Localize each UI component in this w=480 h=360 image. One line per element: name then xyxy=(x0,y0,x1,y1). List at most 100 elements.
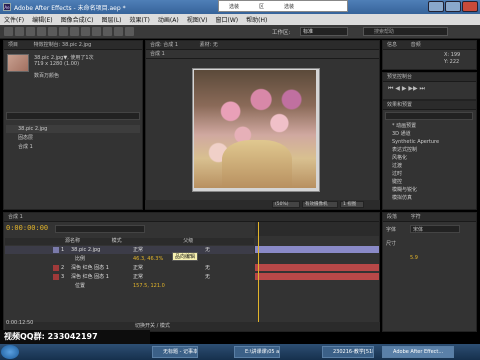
effects-search-input[interactable] xyxy=(385,112,473,120)
effect-category[interactable]: 模拟仿真 xyxy=(384,195,474,202)
layer-label-color xyxy=(53,247,59,253)
tab-info[interactable]: 信息 xyxy=(387,42,397,48)
taskbar-after-effects[interactable]: Adobe After Effect... xyxy=(382,346,454,358)
size-value[interactable]: 5.9 xyxy=(410,255,418,261)
effect-category[interactable]: * 动画预置 xyxy=(384,123,474,130)
time-display: 0:00:12:50 xyxy=(6,320,34,326)
menu-view[interactable]: 视图(V) xyxy=(187,15,208,24)
effect-category[interactable]: 3D 通道 xyxy=(384,131,474,138)
taskbar-browser[interactable]: 230216-教学[51RG... xyxy=(322,346,374,358)
effect-category[interactable]: 表达式控制 xyxy=(384,147,474,154)
ae-app-icon: Ae xyxy=(3,3,11,11)
floatbar-item-3[interactable]: 选装 xyxy=(284,3,294,10)
floatbar-item-2[interactable]: 区 xyxy=(259,3,264,10)
layer-column-header: 源名称 模式 父级 xyxy=(5,238,254,245)
menu-window[interactable]: 窗口(W) xyxy=(215,15,238,24)
text-tool-icon[interactable] xyxy=(92,27,101,36)
workspace-select[interactable]: 标准 xyxy=(300,27,348,36)
tab-timeline-comp[interactable]: 合成 1 xyxy=(8,214,23,220)
tab-composition[interactable]: 合成: 合成 1 xyxy=(150,42,178,48)
clone-tool-icon[interactable] xyxy=(114,27,123,36)
tab-preview[interactable]: 预览控制台 xyxy=(387,74,412,80)
layer-mode-select[interactable]: 正常 xyxy=(133,273,143,281)
menu-file[interactable]: 文件(F) xyxy=(4,15,24,24)
layer-number: 1 xyxy=(61,247,65,253)
layer-parent-select[interactable]: 无 xyxy=(205,264,210,272)
project-item[interactable]: 固态层 xyxy=(6,134,140,142)
zoom-tool-icon[interactable] xyxy=(26,27,35,36)
camera-tool-icon[interactable] xyxy=(48,27,57,36)
layer-number: 2 xyxy=(61,265,65,271)
effect-category[interactable]: 模糊与锐化 xyxy=(384,187,474,194)
menu-help[interactable]: 帮助(H) xyxy=(246,15,267,24)
menu-effect[interactable]: 效果(T) xyxy=(130,15,150,24)
project-item[interactable]: 合成 1 xyxy=(6,143,140,151)
search-help-input[interactable]: 搜索帮助 xyxy=(363,27,448,36)
effect-category[interactable]: 键控 xyxy=(384,179,474,186)
tab-project[interactable]: 项目 xyxy=(8,42,18,48)
layer-parent-select[interactable]: 无 xyxy=(205,246,210,254)
tab-audio[interactable]: 音频 xyxy=(411,42,421,48)
effect-category[interactable]: 风格化 xyxy=(384,155,474,162)
pan-behind-tool-icon[interactable] xyxy=(59,27,68,36)
maximize-button[interactable] xyxy=(445,1,461,12)
project-search-input[interactable] xyxy=(6,112,140,120)
menu-edit[interactable]: 编辑(E) xyxy=(32,15,52,24)
layer-bar[interactable] xyxy=(255,246,379,253)
brush-tool-icon[interactable] xyxy=(103,27,112,36)
comp-tab[interactable]: 合成 1 xyxy=(150,51,165,57)
eraser-tool-icon[interactable] xyxy=(125,27,134,36)
menu-composition[interactable]: 图像合成(C) xyxy=(61,15,94,24)
project-item[interactable]: 38.pic 2.jpg xyxy=(6,125,140,133)
zoom-select[interactable]: (50%) xyxy=(272,201,300,208)
info-y: Y: 222 xyxy=(444,59,460,65)
layer-row[interactable]: 3 深色 红色 固态 1 正常 无 xyxy=(5,273,254,281)
layer-mode-select[interactable]: 正常 xyxy=(133,246,143,254)
pen-tool-icon[interactable] xyxy=(81,27,90,36)
scale-value[interactable]: 46.3, 46.3% xyxy=(133,255,163,263)
effect-category[interactable]: 过渡 xyxy=(384,163,474,170)
selection-tool-icon[interactable] xyxy=(4,27,13,36)
mask-tool-icon[interactable] xyxy=(70,27,79,36)
layer-mode-select[interactable]: 正常 xyxy=(133,264,143,272)
tab-character[interactable]: 字符 xyxy=(411,214,421,220)
layer-bar[interactable] xyxy=(255,264,379,271)
layer-bar[interactable] xyxy=(255,273,379,280)
close-button[interactable] xyxy=(462,1,478,12)
current-time-indicator[interactable] xyxy=(258,222,259,322)
playback-controls-icon[interactable]: ⏮ ◀ ▶ ▶▶ ⏭ xyxy=(388,85,425,93)
view-layout-select[interactable]: 1 视图 xyxy=(340,201,364,208)
tab-footage[interactable]: 素材: 无 xyxy=(200,42,218,48)
preview-header: 预览控制台 xyxy=(383,73,476,82)
layer-row[interactable]: 2 深色 红色 固态 1 正常 无 xyxy=(5,264,254,272)
layer-parent-select[interactable]: 无 xyxy=(205,273,210,281)
font-select[interactable]: 宋体 xyxy=(410,225,460,233)
timecode-display[interactable]: 0:00:00:00 xyxy=(6,224,48,232)
start-button[interactable] xyxy=(1,345,19,359)
effect-category[interactable]: 过时 xyxy=(384,171,474,178)
layer-row[interactable]: 1 38.pic 2.jpg 正常 无 xyxy=(5,246,254,254)
menu-bar: 文件(F) 编辑(E) 图像合成(C) 图层(L) 效果(T) 动画(A) 视图… xyxy=(0,14,480,25)
scale-label: 比例 xyxy=(75,256,86,262)
tab-effects-presets[interactable]: 效果和预置 xyxy=(387,102,412,108)
time-ruler[interactable] xyxy=(255,222,379,236)
effect-category[interactable]: Synthetic Aperture xyxy=(384,139,474,146)
minimize-button[interactable] xyxy=(428,1,444,12)
toggle-switches-modes-button[interactable]: 切换开关 / 模式 xyxy=(135,323,170,329)
camera-select[interactable]: 有效摄像机 xyxy=(302,201,338,208)
window-title: Adobe After Effects - 未命名项目.aep * xyxy=(14,4,126,12)
tab-effect-controls[interactable]: 特效控制台: 38.pic 2.jpg xyxy=(34,42,92,48)
tab-paragraph[interactable]: 段落 xyxy=(387,214,397,220)
info-x: X: 199 xyxy=(444,52,461,58)
menu-layer[interactable]: 图层(L) xyxy=(102,15,122,24)
layer-label-color xyxy=(53,265,59,271)
hand-tool-icon[interactable] xyxy=(15,27,24,36)
rotate-tool-icon[interactable] xyxy=(37,27,46,36)
timeline-search-input[interactable] xyxy=(55,225,145,233)
project-panel-header: 项目 特效控制台: 38.pic 2.jpg xyxy=(4,41,142,50)
floatbar-item-1[interactable]: 选装 xyxy=(229,3,239,10)
taskbar-notepad[interactable]: 无标题 - 记事本 xyxy=(152,346,198,358)
position-value[interactable]: 157.5, 121.0 xyxy=(133,282,165,290)
menu-animation[interactable]: 动画(A) xyxy=(158,15,179,24)
taskbar-explorer[interactable]: E:\讲课课\05 ae... xyxy=(234,346,280,358)
